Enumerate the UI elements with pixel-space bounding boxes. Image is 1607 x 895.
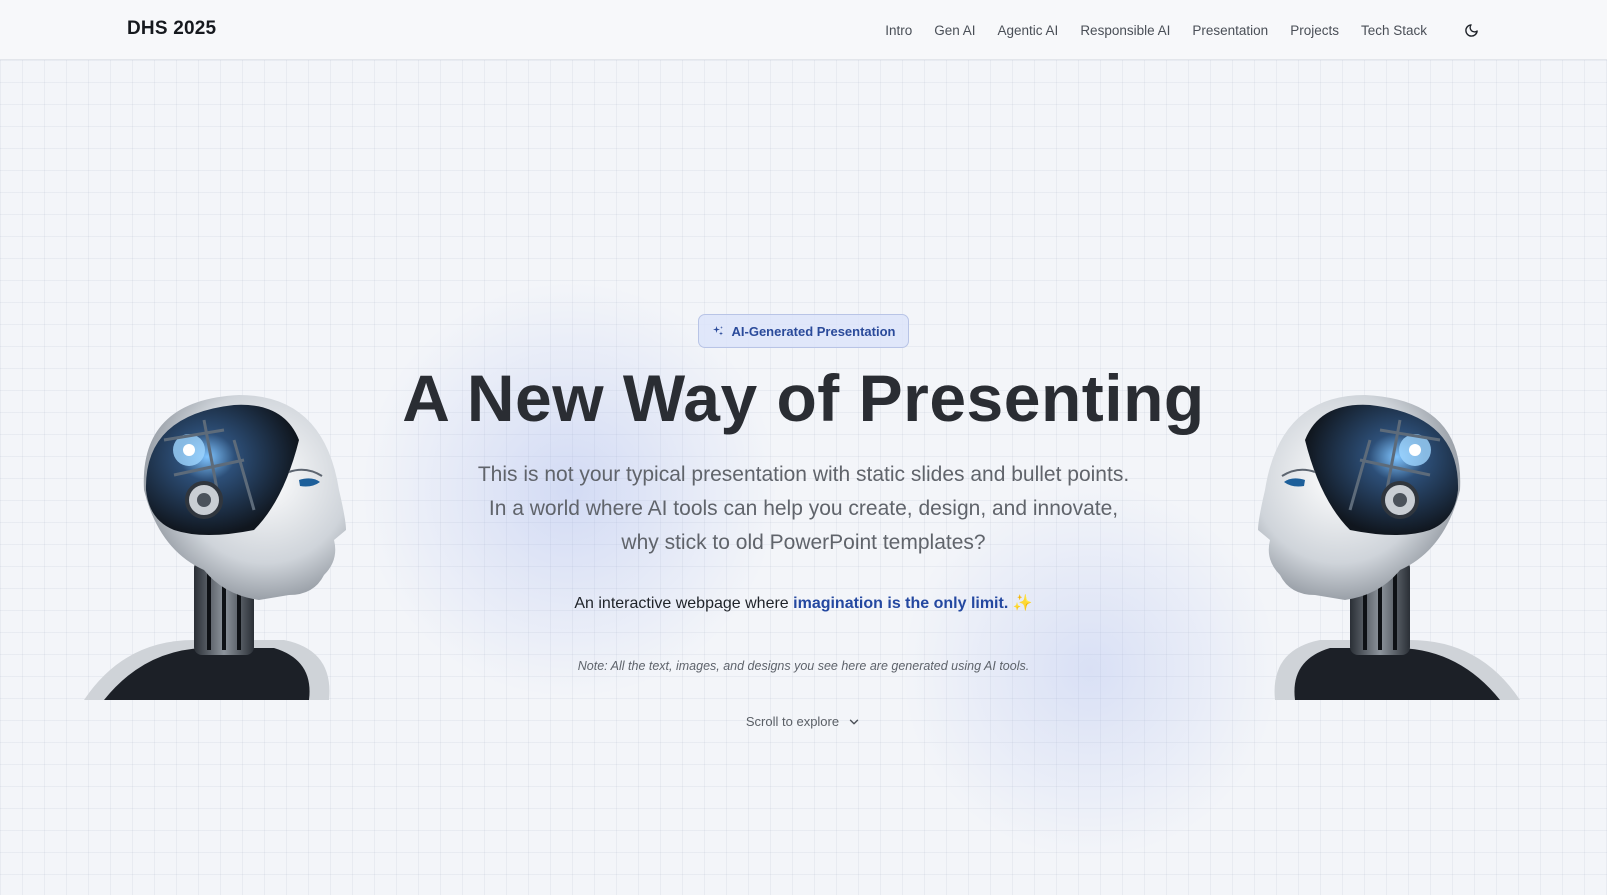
theme-toggle-button[interactable] <box>1459 18 1483 42</box>
badge-label: AI-Generated Presentation <box>731 323 896 339</box>
scroll-to-explore-button[interactable]: Scroll to explore <box>0 714 1607 729</box>
nav-link-intro[interactable]: Intro <box>885 23 912 38</box>
nav-links: Intro Gen AI Agentic AI Responsible AI P… <box>885 0 1607 60</box>
chevron-down-icon <box>849 719 859 724</box>
nav-link-projects[interactable]: Projects <box>1290 23 1339 38</box>
sparkle-emoji-icon: ✨ <box>1012 595 1033 612</box>
nav-link-presentation[interactable]: Presentation <box>1192 23 1268 38</box>
tagline-highlight: imagination is the only limit. <box>793 595 1009 612</box>
ai-note: Note: All the text, images, and designs … <box>577 659 1030 673</box>
scroll-label: Scroll to explore <box>745 714 840 729</box>
hero-description: This is not your typical presentation wi… <box>477 463 1130 554</box>
brand-logo[interactable]: DHS 2025 <box>127 18 216 40</box>
ai-generated-badge: AI-Generated Presentation <box>698 314 909 348</box>
moon-icon <box>1464 23 1478 37</box>
nav-link-gen-ai[interactable]: Gen AI <box>934 23 975 38</box>
nav-link-tech-stack[interactable]: Tech Stack <box>1361 23 1427 38</box>
hero-tagline: An interactive webpage where imagination… <box>0 593 1607 613</box>
hero-section: AI-Generated Presentation A New Way of P… <box>0 60 1607 895</box>
tagline-prefix: An interactive webpage where <box>574 595 794 612</box>
sparkles-icon <box>712 326 723 336</box>
nav-link-responsible-ai[interactable]: Responsible AI <box>1080 23 1170 38</box>
hero-title: A New Way of Presenting <box>402 361 1205 435</box>
navbar: DHS 2025 Intro Gen AI Agentic AI Respons… <box>0 0 1607 60</box>
nav-link-agentic-ai[interactable]: Agentic AI <box>998 23 1059 38</box>
